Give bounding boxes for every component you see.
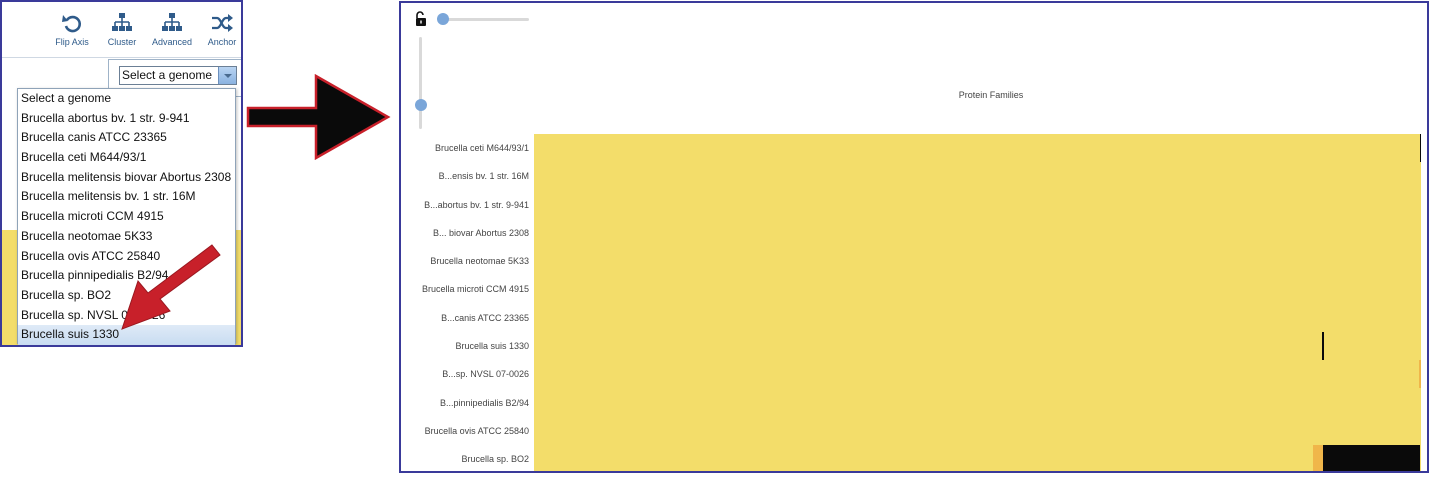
row-label[interactable]: Brucella sp. BO2 bbox=[401, 445, 532, 471]
heatmap-cell-partial bbox=[1419, 360, 1421, 388]
row-label[interactable]: B... biovar Abortus 2308 bbox=[401, 219, 532, 247]
anchor-label: Anchor bbox=[207, 37, 237, 47]
dropdown-option[interactable]: Brucella melitensis biovar Abortus 2308 bbox=[18, 168, 235, 188]
vertical-zoom-handle[interactable] bbox=[415, 99, 427, 111]
dropdown-option[interactable]: Brucella melitensis bv. 1 str. 16M bbox=[18, 187, 235, 207]
horizontal-zoom-track[interactable] bbox=[439, 18, 529, 21]
row-label[interactable]: Brucella neotomae 5K33 bbox=[401, 247, 532, 275]
unlock-icon[interactable] bbox=[413, 11, 429, 27]
dropdown-option[interactable]: Select a genome bbox=[18, 89, 235, 109]
shuffle-icon bbox=[212, 14, 233, 32]
heatmap-cell-partial bbox=[1313, 445, 1323, 471]
genome-select-value: Select a genome bbox=[122, 68, 213, 82]
dropdown-option[interactable]: Brucella canis ATCC 23365 bbox=[18, 128, 235, 148]
row-label[interactable]: Brucella ceti M644/93/1 bbox=[401, 134, 532, 162]
toolbar: Flip Axis Cluster Advanced Anchor bbox=[2, 2, 241, 55]
advanced-label: Advanced bbox=[151, 37, 193, 47]
vertical-zoom-track[interactable] bbox=[419, 37, 422, 129]
genome-select[interactable]: Select a genome bbox=[119, 66, 237, 85]
horizontal-zoom-handle[interactable] bbox=[437, 13, 449, 25]
row-label[interactable]: Brucella ovis ATCC 25840 bbox=[401, 417, 532, 445]
row-label[interactable]: B...sp. NVSL 07-0026 bbox=[401, 360, 532, 388]
heatmap-cell-absent bbox=[1322, 332, 1324, 360]
hierarchy-icon bbox=[162, 13, 182, 31]
row-labels: Brucella ceti M644/93/1 B...ensis bv. 1 … bbox=[401, 134, 532, 471]
heatmap-cell-absent bbox=[1420, 134, 1421, 162]
row-label[interactable]: B...abortus bv. 1 str. 9-941 bbox=[401, 191, 532, 219]
row-label[interactable]: B...ensis bv. 1 str. 16M bbox=[401, 162, 532, 190]
heatmap-viewer: Protein Families Brucella ceti M644/93/1… bbox=[399, 1, 1429, 473]
row-label[interactable]: Brucella suis 1330 bbox=[401, 332, 532, 360]
row-label[interactable]: B...canis ATCC 23365 bbox=[401, 304, 532, 332]
chevron-down-icon[interactable] bbox=[218, 67, 236, 84]
pointer-arrow-annotation bbox=[121, 244, 221, 330]
right-arrow-annotation bbox=[246, 74, 391, 160]
row-label[interactable]: Brucella microti CCM 4915 bbox=[401, 275, 532, 303]
genome-selector-panel: Flip Axis Cluster Advanced Anchor Select… bbox=[0, 0, 243, 347]
hierarchy-icon bbox=[112, 13, 132, 31]
x-axis-title: Protein Families bbox=[958, 90, 1024, 100]
heatmap-cell-absent bbox=[1323, 445, 1420, 471]
dropdown-option[interactable]: Brucella microti CCM 4915 bbox=[18, 207, 235, 227]
row-label[interactable]: B...pinnipedialis B2/94 bbox=[401, 389, 532, 417]
dropdown-option[interactable]: Brucella abortus bv. 1 str. 9-941 bbox=[18, 109, 235, 129]
flip-axis-label: Flip Axis bbox=[55, 37, 89, 47]
heatmap-grid[interactable] bbox=[534, 134, 1421, 471]
anchor-button[interactable]: Anchor bbox=[192, 12, 241, 47]
toolbar-divider bbox=[2, 57, 241, 58]
cluster-label: Cluster bbox=[107, 37, 137, 47]
dropdown-option[interactable]: Brucella ceti M644/93/1 bbox=[18, 148, 235, 168]
undo-arrow-icon bbox=[62, 15, 81, 33]
